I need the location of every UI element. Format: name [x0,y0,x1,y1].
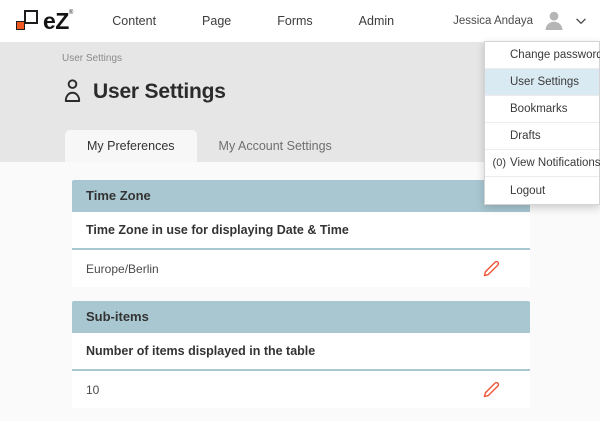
menu-item-label: Change password [510,49,600,61]
setting-value: Europe/Berlin [86,262,159,276]
avatar-icon [542,9,566,33]
section-title: Sub-items [72,301,530,333]
section-body: Time Zone in use for displaying Date & T… [72,212,530,287]
logo-outline-square [24,10,38,24]
setting-label: Number of items displayed in the table [72,333,530,371]
setting-label: Time Zone in use for displaying Date & T… [72,212,530,250]
menu-item-label: User Settings [510,76,579,88]
menu-item-label: Bookmarks [510,103,568,115]
chevron-down-icon [574,14,588,28]
nav-item-forms[interactable]: Forms [277,14,312,28]
tab-my-account-settings[interactable]: My Account Settings [197,130,354,162]
edit-sub-items-button[interactable] [483,381,500,398]
nav-item-page[interactable]: Page [202,14,231,28]
user-name: Jessica Andaya [453,15,533,27]
tab-bar: My Preferences My Account Settings [65,130,354,162]
tab-my-preferences[interactable]: My Preferences [65,130,197,162]
section-title: Time Zone [72,180,530,212]
menu-item-change-password[interactable]: Change password [485,42,599,69]
menu-item-label: Drafts [510,130,541,142]
user-dropdown-menu: Change password User Settings Bookmarks … [484,41,600,205]
top-bar: eZ ® Content Page Forms Admin Jessica An… [0,0,600,42]
menu-item-logout[interactable]: Logout [485,177,599,204]
edit-time-zone-button[interactable] [483,260,500,277]
nav-item-content[interactable]: Content [112,14,156,28]
user-icon [61,78,84,105]
nav-item-admin[interactable]: Admin [359,14,394,28]
logo-orange-square [16,21,25,30]
page-title: User Settings [93,80,226,104]
setting-value: 10 [86,383,99,397]
breadcrumb: User Settings [62,53,122,64]
section-time-zone: Time Zone Time Zone in use for displayin… [72,180,530,287]
menu-item-label: View Notifications [510,157,600,169]
ez-logo-icon [14,8,39,34]
menu-item-drafts[interactable]: Drafts [485,123,599,150]
main-nav: Content Page Forms Admin [112,14,440,28]
menu-item-view-notifications[interactable]: (0) View Notifications [485,150,599,177]
menu-item-label: Logout [510,185,545,197]
edit-icon [483,381,500,398]
section-sub-items: Sub-items Number of items displayed in t… [72,301,530,408]
menu-item-bookmarks[interactable]: Bookmarks [485,96,599,123]
logo-text: eZ [43,8,69,34]
user-menu-toggle[interactable]: Jessica Andaya [453,9,588,33]
menu-item-user-settings[interactable]: User Settings [485,69,599,96]
section-body: Number of items displayed in the table 1… [72,333,530,408]
setting-row: Europe/Berlin [72,250,530,287]
title-row: User Settings [61,78,226,105]
logo-registered-mark: ® [69,10,73,16]
notification-count: (0) [485,157,506,169]
ez-logo[interactable]: eZ ® [14,8,73,34]
edit-icon [483,260,500,277]
setting-row: 10 [72,371,530,408]
